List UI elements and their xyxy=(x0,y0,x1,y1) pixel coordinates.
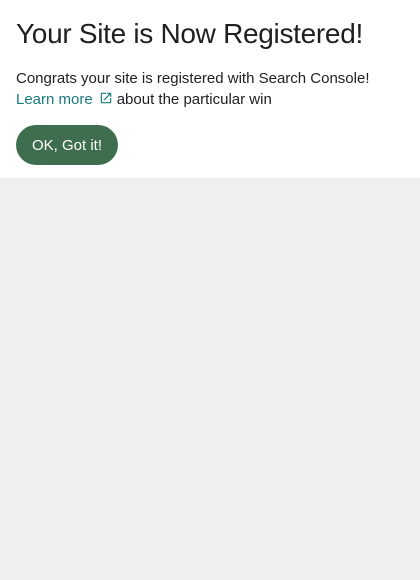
success-message: Congrats your site is registered with Se… xyxy=(16,68,404,110)
success-message-line1: Congrats your site is registered with Se… xyxy=(16,70,370,87)
empty-content-area xyxy=(0,178,420,580)
learn-more-label: Learn more xyxy=(16,91,93,108)
ok-got-it-button[interactable]: OK, Got it! xyxy=(16,125,119,165)
page-title: Your Site is Now Registered! xyxy=(16,18,363,49)
learn-more-link[interactable]: Learn more xyxy=(16,91,117,108)
external-link-icon xyxy=(100,92,111,104)
success-message-line2: about the particular win xyxy=(116,91,272,108)
registration-success-card: Your Site is Now Registered! Congrats yo… xyxy=(0,0,420,178)
